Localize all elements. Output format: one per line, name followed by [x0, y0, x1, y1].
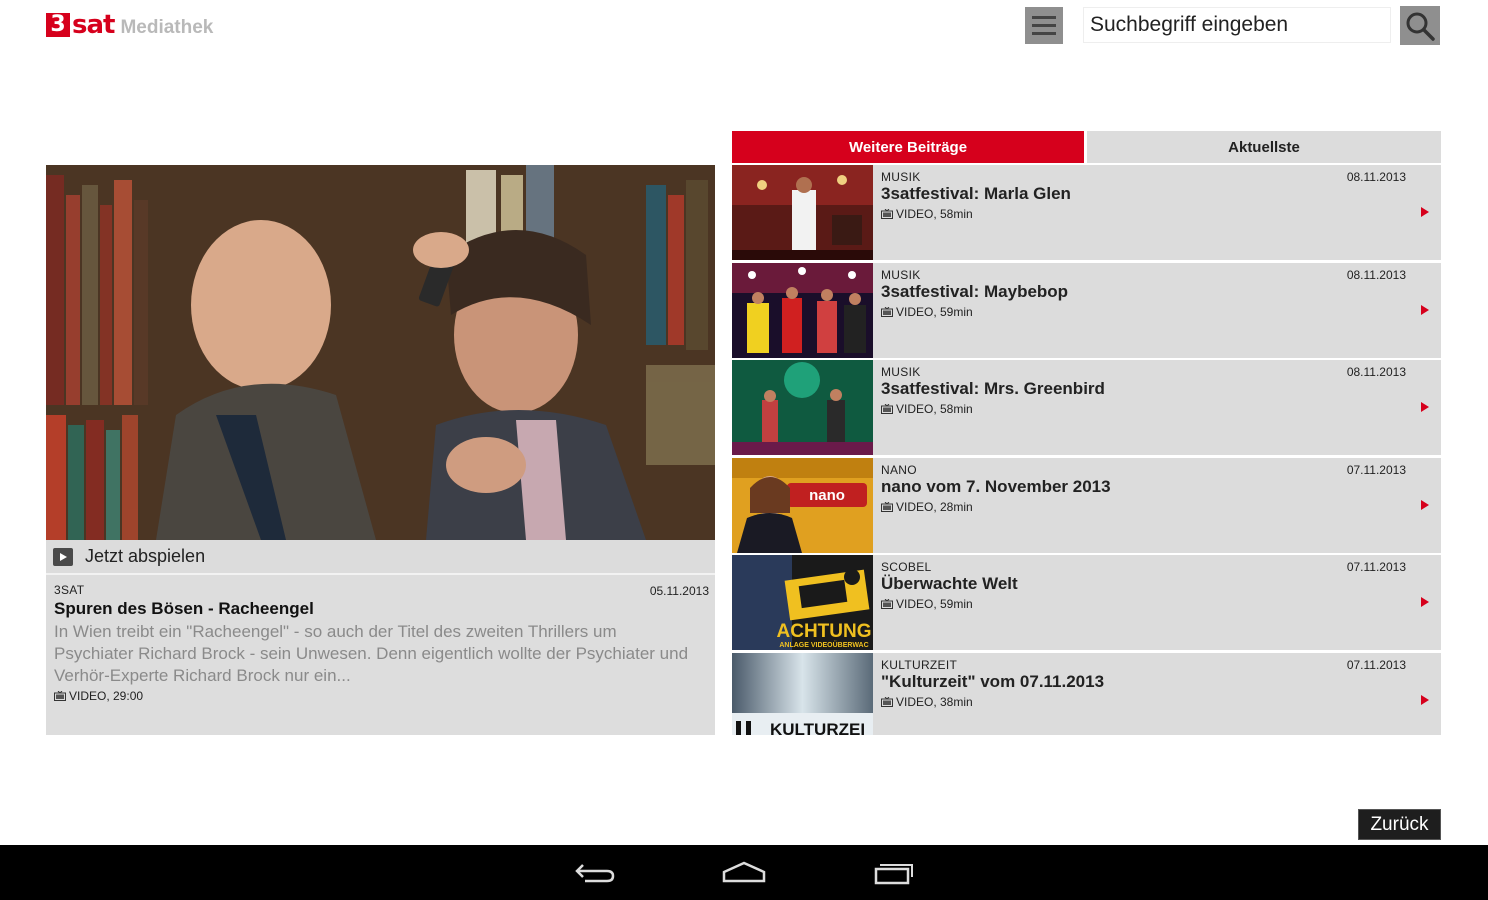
tab-weitere-beitraege[interactable]: Weitere Beiträge — [732, 131, 1084, 163]
list-item[interactable]: MUSIK 08.11.2013 3satfestival: Mrs. Gree… — [732, 360, 1441, 456]
item-title: Überwachte Welt — [881, 574, 1018, 594]
item-date: 08.11.2013 — [1346, 170, 1406, 184]
arrow-right-icon — [1421, 499, 1429, 510]
back-icon — [575, 864, 615, 883]
item-category: SCOBEL — [881, 560, 932, 575]
nano-logo-text: nano — [809, 487, 845, 504]
video-list: MUSIK 08.11.2013 3satfestival: Marla Gle… — [732, 165, 1441, 735]
item-meta-text: VIDEO, 59min — [896, 304, 973, 319]
logo-sat: sat — [72, 10, 115, 40]
item-meta-text: VIDEO, 58min — [896, 207, 973, 221]
arrow-right-icon — [1421, 694, 1429, 705]
tv-icon — [881, 404, 893, 415]
logo-mediathek: Mediathek — [120, 17, 214, 38]
item-title: 3satfestival: Marla Glen — [881, 184, 1071, 203]
menu-button[interactable] — [1025, 7, 1063, 44]
featured-video[interactable]: Jetzt abspielen 3SAT 05.11.2013 Spuren d… — [46, 165, 715, 735]
achtung-text: ACHTUNG — [777, 621, 872, 642]
tv-icon — [881, 696, 893, 707]
arrow-right-icon — [1421, 402, 1429, 413]
hero-photo — [46, 165, 715, 540]
item-category: MUSIK — [881, 267, 921, 282]
search-button[interactable] — [1400, 6, 1440, 45]
item-date: 07.11.2013 — [1346, 462, 1406, 477]
list-item[interactable]: ACHTUNG ANLAGE VIDEOÜBERWAC SCOBEL 07.11… — [732, 555, 1441, 651]
list-item[interactable]: nano NANO 07.11.2013 nano vom 7. Novembe… — [732, 457, 1441, 553]
item-category: MUSIK — [881, 365, 921, 380]
featured-meta: VIDEO, 29:00 — [54, 689, 707, 703]
item-date: 08.11.2013 — [1346, 267, 1406, 282]
item-meta-text: VIDEO, 38min — [896, 694, 973, 709]
thumbnail: ACHTUNG ANLAGE VIDEOÜBERWAC — [732, 555, 873, 651]
tv-icon — [54, 691, 66, 701]
achtung-subtext: ANLAGE VIDEOÜBERWAC — [779, 640, 868, 649]
featured-meta-text: VIDEO, 29:00 — [69, 689, 144, 703]
item-meta: VIDEO, 38min — [881, 695, 973, 709]
item-meta-text: VIDEO, 28min — [896, 499, 973, 514]
thumbnail — [732, 360, 873, 456]
thumbnail — [732, 262, 873, 358]
item-meta: VIDEO, 58min — [881, 402, 973, 416]
item-meta: VIDEO, 58min — [881, 207, 973, 221]
search-input[interactable] — [1083, 7, 1391, 43]
featured-info[interactable]: 3SAT 05.11.2013 Spuren des Bösen - Rache… — [46, 577, 715, 709]
featured-description: In Wien treibt ein "Racheengel" - so auc… — [54, 622, 689, 685]
featured-title: Spuren des Bösen - Racheengel — [54, 599, 314, 618]
item-title: 3satfestival: Mrs. Greenbird — [881, 379, 1105, 399]
item-category: KULTURZEIT — [881, 657, 958, 672]
play-now-button[interactable]: Jetzt abspielen — [46, 540, 715, 575]
thumbnail: KULTURZEI — [732, 652, 873, 735]
hamburger-icon-bar — [1032, 32, 1056, 35]
system-navigation-bar — [0, 845, 1488, 900]
thumbnail — [732, 165, 873, 260]
app-logo: 3 sat Mediathek — [46, 10, 214, 40]
list-item[interactable]: MUSIK 08.11.2013 3satfestival: Marla Gle… — [732, 165, 1441, 260]
hamburger-icon-bar — [1032, 16, 1056, 19]
featured-image[interactable] — [46, 165, 715, 540]
featured-date: 05.11.2013 — [649, 584, 709, 598]
featured-category: 3SAT — [54, 583, 85, 597]
nav-home-button[interactable] — [719, 857, 769, 887]
play-icon — [53, 547, 73, 566]
tv-icon — [881, 501, 893, 512]
arrow-right-icon — [1421, 304, 1429, 315]
play-label: Jetzt abspielen — [85, 546, 206, 566]
item-date: 08.11.2013 — [1346, 365, 1406, 380]
tv-icon — [881, 599, 893, 610]
item-category: MUSIK — [881, 170, 921, 184]
hamburger-icon-bar — [1032, 24, 1056, 27]
back-button[interactable]: Zurück — [1358, 809, 1441, 840]
tab-aktuellste[interactable]: Aktuellste — [1087, 131, 1441, 163]
home-icon — [722, 861, 766, 883]
kulturzeit-text: KULTURZEI — [770, 720, 865, 735]
recents-icon — [874, 864, 913, 885]
arrow-right-icon — [1421, 597, 1429, 608]
logo-badge: 3 — [46, 13, 70, 37]
nav-recents-button[interactable] — [869, 857, 919, 887]
list-item[interactable]: MUSIK 08.11.2013 3satfestival: Maybebop … — [732, 262, 1441, 358]
nav-back-button[interactable] — [570, 857, 620, 887]
item-category: NANO — [881, 462, 917, 477]
item-meta: VIDEO, 28min — [881, 500, 973, 514]
item-date: 07.11.2013 — [1346, 560, 1406, 575]
item-title: "Kulturzeit" vom 07.11.2013 — [881, 671, 1105, 691]
item-meta-text: VIDEO, 58min — [896, 402, 973, 417]
item-meta: VIDEO, 59min — [881, 305, 973, 319]
item-title: nano vom 7. November 2013 — [881, 476, 1111, 496]
item-date: 07.11.2013 — [1346, 657, 1406, 672]
arrow-right-icon — [1421, 207, 1429, 217]
item-title: 3satfestival: Maybebop — [881, 281, 1069, 301]
list-item[interactable]: KULTURZEI KULTURZEIT 07.11.2013 "Kulturz… — [732, 652, 1441, 735]
item-meta: VIDEO, 59min — [881, 597, 973, 611]
item-meta-text: VIDEO, 59min — [896, 597, 973, 612]
search-icon — [1406, 12, 1435, 41]
tv-icon — [881, 209, 893, 219]
thumbnail: nano — [732, 457, 873, 553]
tv-icon — [881, 306, 893, 317]
